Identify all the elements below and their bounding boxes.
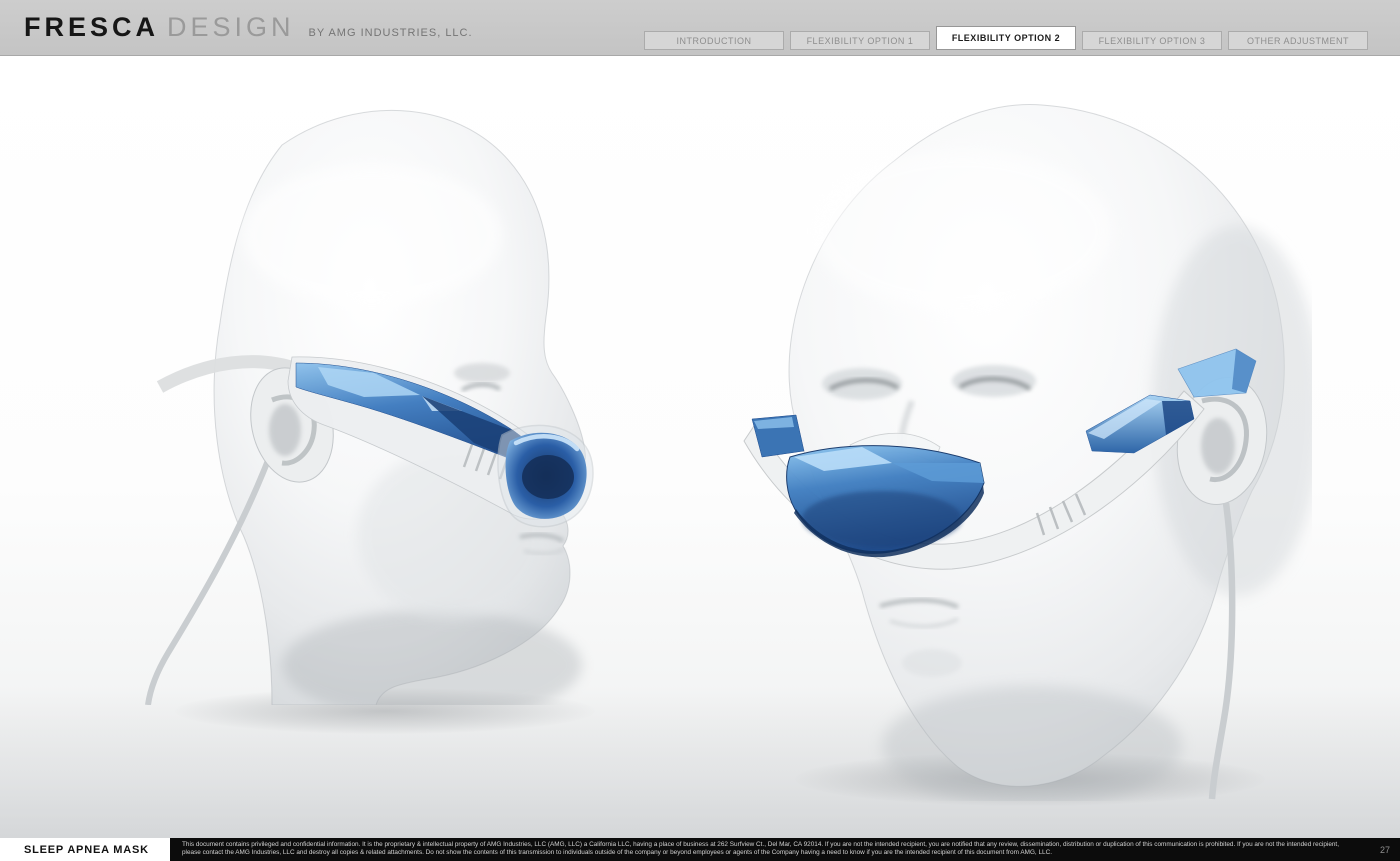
brand-logo: FRESCA DESIGN BY AMG INDUSTRIES, LLC. [0, 12, 473, 43]
tab-flexibility-option-2[interactable]: FLEXIBILITY OPTION 2 [936, 26, 1076, 50]
brand-secondary: DESIGN [167, 12, 295, 43]
tab-bar: INTRODUCTION FLEXIBILITY OPTION 1 FLEXIB… [644, 26, 1368, 50]
brand-byline: BY AMG INDUSTRIES, LLC. [309, 27, 473, 39]
product-title: SLEEP APNEA MASK [0, 838, 170, 861]
three-quarter-render [732, 101, 1312, 806]
legal-disclaimer: This document contains privileged and co… [170, 838, 1366, 861]
tab-introduction[interactable]: INTRODUCTION [644, 31, 784, 50]
header-bar: FRESCA DESIGN BY AMG INDUSTRIES, LLC. IN… [0, 0, 1400, 56]
brand-primary: FRESCA [24, 12, 159, 43]
tab-flexibility-option-1[interactable]: FLEXIBILITY OPTION 1 [790, 31, 930, 50]
tab-other-adjustment[interactable]: OTHER ADJUSTMENT [1228, 31, 1368, 50]
render-canvas [0, 57, 1400, 838]
footer-bar: SLEEP APNEA MASK This document contains … [0, 838, 1400, 861]
tab-flexibility-option-3[interactable]: FLEXIBILITY OPTION 3 [1082, 31, 1222, 50]
side-profile-render [122, 105, 602, 710]
page: FRESCA DESIGN BY AMG INDUSTRIES, LLC. IN… [0, 0, 1400, 861]
page-number: 27 [1366, 838, 1400, 861]
